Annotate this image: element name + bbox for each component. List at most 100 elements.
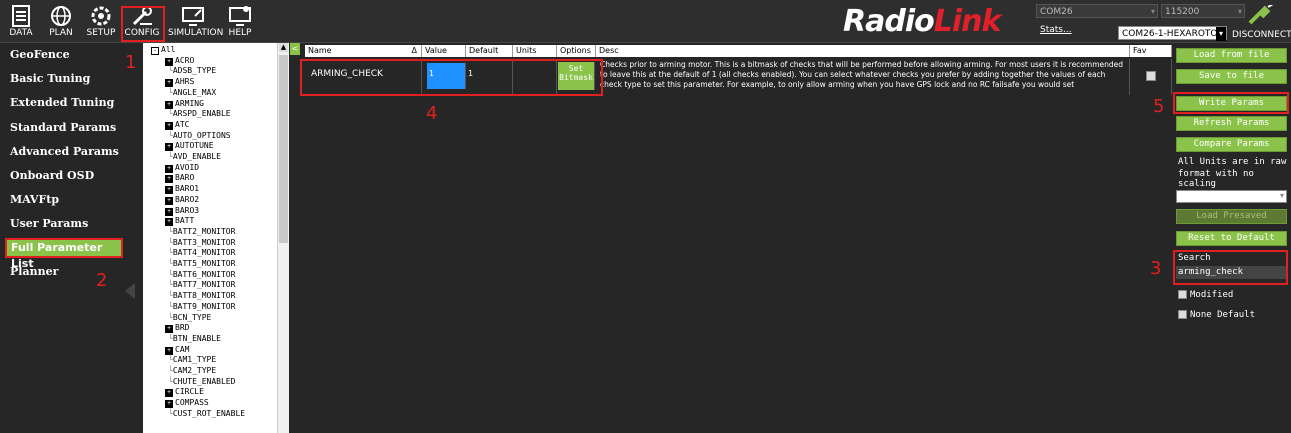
expand-plus-icon[interactable]: + bbox=[165, 325, 173, 334]
tree-node[interactable]: └AVD_ENABLE bbox=[168, 152, 221, 161]
tree-node-label: BARO2 bbox=[175, 194, 200, 204]
tree-node[interactable]: └BATT2_MONITOR bbox=[168, 227, 235, 236]
annotation-number-3: 3 bbox=[1150, 258, 1162, 279]
tree-node[interactable]: └BATT6_MONITOR bbox=[168, 270, 235, 279]
none-default-label: None Default bbox=[1190, 310, 1256, 320]
header-units[interactable]: Units bbox=[513, 45, 557, 57]
scroll-up-icon[interactable]: ▲ bbox=[279, 43, 288, 52]
nav-onboard-osd[interactable]: Onboard OSD bbox=[10, 169, 94, 182]
chevron-down-icon: ▾ bbox=[1279, 191, 1284, 200]
tree-node[interactable]: └BATT9_MONITOR bbox=[168, 302, 235, 311]
collapse-tree-button[interactable]: < bbox=[290, 43, 300, 55]
tree-node[interactable]: + ARMING bbox=[165, 99, 204, 109]
tree-node[interactable]: └CUST_ROT_ENABLE bbox=[168, 409, 245, 418]
modified-checkbox[interactable]: Modified bbox=[1178, 290, 1233, 300]
tree-node-label: AHRS bbox=[175, 77, 195, 87]
tree-node[interactable]: └ARSPD_ENABLE bbox=[168, 109, 231, 118]
tree-node[interactable]: + BARO3 bbox=[165, 206, 199, 216]
load-presaved-button[interactable]: Load Presaved bbox=[1176, 209, 1287, 224]
nav-extended-tuning[interactable]: Extended Tuning bbox=[10, 96, 114, 109]
expand-plus-icon[interactable]: + bbox=[165, 100, 173, 109]
chevron-down-icon: ▾ bbox=[1150, 7, 1155, 16]
expand-plus-icon[interactable]: + bbox=[165, 57, 173, 66]
tree-node[interactable]: + BRD bbox=[165, 323, 189, 334]
scroll-thumb[interactable] bbox=[279, 55, 288, 243]
tree-scrollbar[interactable]: ▲ bbox=[277, 43, 289, 433]
tree-node[interactable]: + BARO2 bbox=[165, 195, 199, 205]
refresh-params-button[interactable]: Refresh Params bbox=[1176, 116, 1287, 131]
tree-node[interactable]: + ATC bbox=[165, 120, 189, 130]
stats-link[interactable]: Stats... bbox=[1040, 25, 1072, 35]
tree-node[interactable]: └BCN_TYPE bbox=[168, 313, 211, 322]
expand-plus-icon[interactable]: + bbox=[165, 121, 173, 130]
tree-node[interactable]: └ANGLE_MAX bbox=[168, 88, 216, 97]
nav-mavftp[interactable]: MAVFtp bbox=[10, 193, 59, 206]
tree-node[interactable]: └CAM2_TYPE bbox=[168, 366, 216, 375]
tree-node[interactable]: └BTN_ENABLE bbox=[168, 334, 221, 343]
expand-plus-icon[interactable]: + bbox=[165, 186, 173, 195]
param-tree[interactable]: - All + ACRO └ADSB_TYPE + AHRS └ANGLE_MAX + ARMI… bbox=[143, 43, 277, 433]
expand-plus-icon[interactable]: + bbox=[165, 164, 173, 173]
nav-standard-params[interactable]: Standard Params bbox=[10, 121, 116, 134]
tree-node[interactable]: └AUTO_OPTIONS bbox=[168, 131, 231, 140]
data-button[interactable]: DATA bbox=[2, 2, 40, 40]
expand-plus-icon[interactable]: + bbox=[165, 79, 173, 88]
header-value[interactable]: Value bbox=[422, 45, 466, 57]
tree-node[interactable]: + ACRO bbox=[165, 56, 194, 66]
header-default[interactable]: Default bbox=[466, 45, 513, 57]
expand-plus-icon[interactable]: + bbox=[165, 175, 173, 184]
expand-plus-icon[interactable]: + bbox=[165, 400, 173, 409]
tree-node-label: COMPASS bbox=[175, 398, 209, 408]
tree-node[interactable]: └ADSB_TYPE bbox=[168, 66, 216, 75]
com-port-select[interactable]: COM26 ▾ bbox=[1036, 4, 1158, 18]
annotation-number-2: 2 bbox=[96, 270, 108, 291]
tree-node[interactable]: + AVOID bbox=[165, 163, 199, 173]
simulation-button[interactable]: SIMULATION bbox=[168, 2, 223, 40]
load-from-file-button[interactable]: Load from file bbox=[1176, 48, 1287, 63]
expand-plus-icon[interactable]: + bbox=[165, 207, 173, 216]
compare-params-button[interactable]: Compare Params bbox=[1176, 137, 1287, 152]
tree-node-label: BTN_ENABLE bbox=[172, 333, 221, 343]
tree-node[interactable]: └BATT5_MONITOR bbox=[168, 259, 235, 268]
save-to-file-button[interactable]: Save to file bbox=[1176, 69, 1287, 84]
reset-to-default-button[interactable]: Reset to Default bbox=[1176, 231, 1287, 246]
tree-node[interactable]: + BATT bbox=[165, 216, 194, 227]
tree-node[interactable]: + AHRS bbox=[165, 77, 195, 88]
help-button[interactable]: HELP bbox=[221, 2, 259, 40]
tree-node-label: CAM1_TYPE bbox=[172, 355, 217, 365]
tree-node[interactable]: + BARO bbox=[165, 173, 194, 184]
expand-plus-icon[interactable]: + bbox=[165, 218, 173, 227]
header-fav[interactable]: Fav bbox=[1130, 45, 1172, 57]
tree-node[interactable]: + AUTOTUNE bbox=[165, 141, 214, 152]
tree-node[interactable]: + CAM bbox=[165, 345, 189, 355]
expand-plus-icon[interactable]: + bbox=[165, 346, 173, 355]
nav-advanced-params[interactable]: Advanced Params bbox=[10, 145, 119, 158]
setup-button[interactable]: SETUP bbox=[82, 2, 120, 40]
tree-node[interactable]: + BARO1 bbox=[165, 184, 199, 195]
plan-button[interactable]: PLAN bbox=[42, 2, 80, 40]
nav-full-parameter-list[interactable]: Full Parameter List bbox=[5, 238, 123, 270]
header-name[interactable]: Name Δ bbox=[305, 45, 422, 57]
expand-plus-icon[interactable]: + bbox=[165, 143, 173, 152]
header-desc[interactable]: Desc bbox=[596, 45, 1130, 57]
tree-node[interactable]: └BATT3_MONITOR bbox=[168, 238, 235, 247]
tree-node[interactable]: + COMPASS bbox=[165, 398, 209, 409]
disconnect-button[interactable]: DISCONNECT bbox=[1232, 2, 1291, 42]
tree-node[interactable]: └CHUTE_ENABLED bbox=[168, 377, 235, 386]
none-default-checkbox[interactable]: None Default bbox=[1178, 310, 1255, 320]
presaved-select[interactable]: ▾ bbox=[1176, 190, 1287, 203]
nav-basic-tuning[interactable]: Basic Tuning bbox=[10, 72, 90, 85]
expand-plus-icon[interactable]: + bbox=[165, 389, 173, 398]
tree-node[interactable]: └BATT4_MONITOR bbox=[168, 248, 235, 257]
fav-checkbox[interactable] bbox=[1146, 71, 1156, 81]
nav-user-params[interactable]: User Params bbox=[10, 217, 88, 230]
header-options[interactable]: Options bbox=[557, 45, 596, 57]
nav-geofence[interactable]: GeoFence bbox=[10, 48, 70, 61]
tree-node[interactable]: - All bbox=[151, 45, 175, 55]
expand-plus-icon[interactable]: + bbox=[165, 196, 173, 205]
connection-select[interactable]: COM26-1-HEXAROTOF ▾ bbox=[1118, 26, 1227, 41]
tree-node[interactable]: + CIRCLE bbox=[165, 387, 204, 398]
tree-node[interactable]: └CAM1_TYPE bbox=[168, 355, 216, 364]
tree-node[interactable]: └BATT8_MONITOR bbox=[168, 291, 235, 300]
tree-node[interactable]: └BATT7_MONITOR bbox=[168, 280, 235, 289]
